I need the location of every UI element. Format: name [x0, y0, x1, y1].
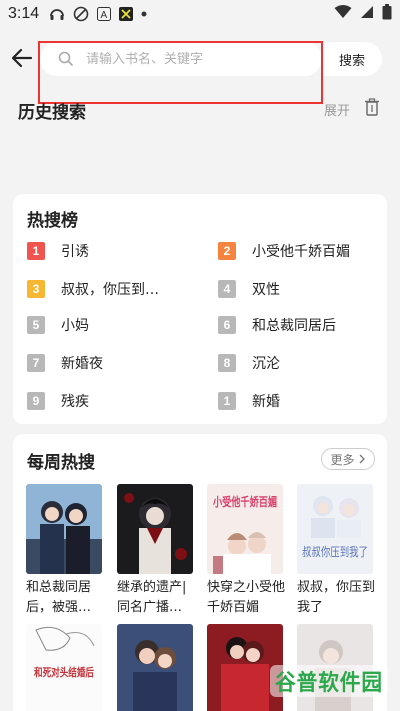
wifi-icon	[334, 5, 352, 23]
weekly-title: 每周热搜	[27, 453, 95, 473]
book-title: 快穿之小受他千娇百媚	[207, 580, 286, 615]
hot-item[interactable]: 1 新婚	[218, 390, 280, 412]
hot-item-label: 和总裁同居后	[252, 318, 336, 334]
app-a-icon: A	[97, 7, 112, 21]
hot-item-label: 新婚夜	[61, 356, 103, 372]
hot-item[interactable]: 7 新婚夜	[27, 352, 103, 374]
hot-item[interactable]: 9 残疾	[27, 390, 89, 412]
hot-item[interactable]: 8 沉沦	[218, 352, 280, 374]
rank-badge: 3	[27, 280, 45, 298]
battery-icon	[382, 4, 392, 24]
rank-badge: 6	[218, 316, 236, 334]
hot-item[interactable]: 5 小妈	[27, 314, 89, 336]
app-tool-icon	[119, 7, 134, 21]
rank-badge: 8	[218, 354, 236, 372]
search-icon	[58, 51, 73, 66]
book-title: 继承的遗产|同名广播…	[117, 580, 187, 615]
search-field[interactable]	[40, 42, 322, 76]
book-cover[interactable]: 和死对头结婚后	[26, 624, 102, 711]
cover-text: 和死对头结婚后	[34, 665, 94, 679]
hot-item-label: 双性	[252, 282, 280, 298]
more-button[interactable]: 更多	[321, 448, 375, 470]
hot-item-label: 新婚	[252, 394, 280, 410]
hot-item-label: 叔叔，你压到…	[61, 282, 159, 298]
no-sync-icon	[73, 6, 89, 22]
more-label: 更多	[330, 452, 355, 467]
hot-item[interactable]: 2 小受他千娇百媚	[218, 240, 350, 262]
hot-list-title: 热搜榜	[27, 211, 78, 231]
hot-item-label: 残疾	[61, 394, 89, 410]
cover-text: 小受他千娇百媚	[213, 494, 277, 509]
status-bar: 3:14 A	[0, 0, 400, 28]
cover-text: 叔叔你压到我了	[302, 545, 368, 559]
book-cover	[26, 484, 102, 574]
history-section: 历史搜索 展开	[18, 98, 382, 123]
rank-badge: 7	[27, 354, 45, 372]
book-cover	[117, 484, 193, 574]
hot-item-label: 小妈	[61, 318, 89, 334]
hot-list-card: 热搜榜 1 引诱 2 小受他千娇百媚 3 叔叔，你压到… 4 双性 5 小妈 6 和总裁同居后 7 新婚夜…	[13, 194, 387, 424]
expand-button[interactable]: 展开	[324, 100, 350, 119]
rank-badge: 1	[27, 242, 45, 260]
book-cover[interactable]	[117, 624, 193, 711]
rank-badge: 9	[27, 392, 45, 410]
book-card[interactable]: 和总裁同居后，被强…	[26, 484, 102, 618]
book-cover: 叔叔你压到我了	[297, 484, 373, 574]
book-card[interactable]: 叔叔你压到我了 叔叔，你压到我了	[297, 484, 375, 618]
arrow-left-icon	[11, 48, 33, 68]
search-bar: 搜索	[0, 40, 400, 76]
hot-item-label: 引诱	[61, 244, 89, 260]
hot-item[interactable]: 1 引诱	[27, 240, 89, 262]
headphones-icon	[49, 6, 65, 22]
back-button[interactable]	[10, 46, 34, 70]
rank-badge: 1	[218, 392, 236, 410]
rank-badge: 2	[218, 242, 236, 260]
book-card[interactable]: 继承的遗产|同名广播…	[117, 484, 193, 618]
trash-button[interactable]	[364, 98, 380, 120]
status-time: 3:14	[8, 5, 40, 22]
rank-badge: 4	[218, 280, 236, 298]
book-card[interactable]: 小受他千娇百媚 快穿之小受他千娇百媚	[207, 484, 285, 618]
search-input[interactable]	[86, 51, 286, 67]
watermark-logo: 谷普软件园	[270, 663, 388, 699]
book-title: 和总裁同居后，被强…	[26, 580, 92, 615]
hot-item-label: 小受他千娇百媚	[252, 244, 350, 260]
book-title: 叔叔，你压到我了	[297, 580, 376, 615]
chevron-right-icon	[359, 454, 365, 464]
hot-item[interactable]: 6 和总裁同居后	[218, 314, 336, 336]
search-button[interactable]: 搜索	[322, 42, 382, 76]
hot-item[interactable]: 3 叔叔，你压到…	[27, 278, 159, 300]
svg-text:谷普软件园: 谷普软件园	[275, 670, 383, 696]
dot-icon	[141, 11, 147, 17]
signal-icon	[360, 5, 374, 23]
book-cover: 小受他千娇百媚	[207, 484, 283, 574]
hot-item[interactable]: 4 双性	[218, 278, 280, 300]
trash-icon	[365, 98, 379, 116]
svg-text:A: A	[101, 10, 108, 21]
rank-badge: 5	[27, 316, 45, 334]
history-title: 历史搜索	[18, 103, 86, 123]
hot-item-label: 沉沦	[252, 356, 280, 372]
